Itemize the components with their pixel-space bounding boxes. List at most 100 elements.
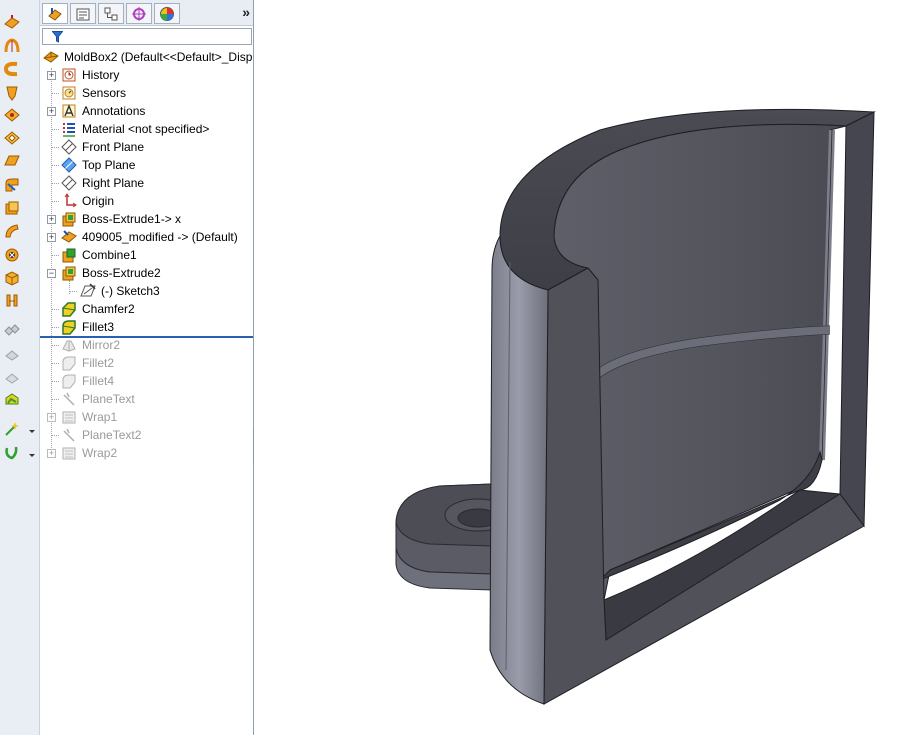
model-view[interactable] xyxy=(254,0,914,735)
tab-propertymanager[interactable] xyxy=(70,3,96,24)
featuremanager-tab-icon xyxy=(48,8,62,21)
instant3d-icon[interactable] xyxy=(3,420,21,438)
tab-display-manager[interactable] xyxy=(154,3,180,24)
tab-configurationmanager[interactable] xyxy=(98,3,124,24)
tab-featuremanager[interactable] xyxy=(42,3,68,24)
expand-toggle[interactable]: + xyxy=(47,413,56,422)
tree-item-label: Top Plane xyxy=(82,158,136,172)
tree-connector xyxy=(51,201,59,202)
tree-item-wrap1[interactable]: + Wrap1 xyxy=(40,408,253,426)
tree-item-wrap2[interactable]: + Wrap2 xyxy=(40,444,253,462)
tree-item-origin[interactable]: Origin xyxy=(40,192,253,210)
graphics-viewport[interactable] xyxy=(254,0,914,735)
expand-toggle[interactable]: + xyxy=(47,107,56,116)
tree-item-top-plane[interactable]: Top Plane xyxy=(40,156,253,174)
tree-item-label: Wrap1 xyxy=(82,410,118,424)
mirror-icon xyxy=(62,340,76,352)
shell-icon[interactable] xyxy=(3,199,21,217)
hole-wizard-icon[interactable] xyxy=(3,246,21,264)
more-tabs-button[interactable]: » xyxy=(242,4,250,20)
tree-connector xyxy=(51,255,59,256)
plane-feature-icon[interactable] xyxy=(3,152,21,170)
reference-geometry-icon[interactable] xyxy=(3,368,21,386)
expand-toggle[interactable]: + xyxy=(47,71,56,80)
draft-icon[interactable] xyxy=(3,269,21,287)
tree-item-fillet2[interactable]: Fillet2 xyxy=(40,354,253,372)
tree-item-derived-part[interactable]: + 409005_modified -> (Default) xyxy=(40,228,253,246)
tree-item-boss-extrude1[interactable]: + Boss-Extrude1-> x xyxy=(40,210,253,228)
tree-item-mirror2[interactable]: Mirror2 xyxy=(40,336,253,354)
tree-item-right-plane[interactable]: Right Plane xyxy=(40,174,253,192)
tree-item-planetext2[interactable]: PlaneText2 xyxy=(40,426,253,444)
tree-connector xyxy=(51,345,59,346)
dome-icon[interactable] xyxy=(3,291,21,309)
tree-item-sketch3[interactable]: (-) Sketch3 xyxy=(40,282,253,300)
swept-boss-icon[interactable] xyxy=(3,60,21,78)
tree-item-combine1[interactable]: Combine1 xyxy=(40,246,253,264)
tab-dimxpert[interactable] xyxy=(126,3,152,24)
tree-item-sensors[interactable]: Sensors xyxy=(40,84,253,102)
tree-item-label: Mirror2 xyxy=(82,338,120,352)
filter-icon xyxy=(52,31,63,43)
display-manager-tab-icon xyxy=(160,7,174,21)
tree-item-fillet4[interactable]: Fillet4 xyxy=(40,372,253,390)
tree-item-label: History xyxy=(82,68,120,82)
tree-item-boss-extrude2[interactable]: − Boss-Extrude2 xyxy=(40,264,253,282)
boss-extrude-icon xyxy=(62,266,76,281)
tree-item-annotations[interactable]: + Annotations xyxy=(40,102,253,120)
plane-icon xyxy=(61,175,77,191)
wrap-icon xyxy=(62,411,76,424)
feature-manager-panel: » MoldBox2 (Default<<Default>_Disp + His… xyxy=(40,0,254,735)
derived-part-icon xyxy=(61,230,77,243)
tree-connector xyxy=(51,183,59,184)
fillet-tool-icon[interactable] xyxy=(3,176,21,194)
tree-item-label: PlaneText xyxy=(82,392,135,406)
tree-item-label: PlaneText2 xyxy=(82,428,142,442)
material-icon xyxy=(63,123,75,137)
linear-pattern-icon[interactable] xyxy=(3,322,21,340)
tree-connector xyxy=(51,309,59,310)
tree-item-label: Right Plane xyxy=(82,176,145,190)
curves-icon[interactable] xyxy=(3,390,21,408)
tree-item-planetext[interactable]: PlaneText xyxy=(40,390,253,408)
tree-item-front-plane[interactable]: Front Plane xyxy=(40,138,253,156)
expand-toggle[interactable]: + xyxy=(47,233,56,242)
tree-connector xyxy=(51,435,59,436)
mirror-tool-icon[interactable] xyxy=(3,345,21,363)
revolved-boss-icon[interactable] xyxy=(3,37,21,55)
tree-root-part[interactable]: MoldBox2 (Default<<Default>_Disp xyxy=(40,48,253,66)
configurationmanager-tab-icon xyxy=(104,7,118,21)
tree-item-fillet3[interactable]: Fillet3 xyxy=(40,318,253,336)
chevron-down-icon[interactable] xyxy=(28,427,36,435)
plane-icon xyxy=(61,139,77,155)
filter-input[interactable] xyxy=(67,30,247,43)
propertymanager-tab-icon xyxy=(76,8,90,21)
tree-item-history[interactable]: + History xyxy=(40,66,253,84)
chevron-down-icon[interactable] xyxy=(28,451,36,459)
tree-item-label: Boss-Extrude1-> x xyxy=(82,212,182,226)
sketch-text-icon xyxy=(63,392,75,406)
lofted-boss-icon[interactable] xyxy=(3,84,21,102)
sketch-curve-icon[interactable] xyxy=(3,444,21,462)
combine-icon xyxy=(62,248,76,263)
expand-toggle[interactable]: + xyxy=(47,215,56,224)
tree-item-label: Fillet2 xyxy=(82,356,115,370)
tree-connector xyxy=(51,327,59,328)
tree-item-material[interactable]: Material <not specified> xyxy=(40,120,253,138)
boundary-boss-icon[interactable] xyxy=(3,106,21,124)
tree-connector xyxy=(51,129,59,130)
boss-extrude-icon xyxy=(62,212,76,227)
tree-item-chamfer2[interactable]: Chamfer2 xyxy=(40,300,253,318)
feature-manager-tabs: » xyxy=(40,0,253,26)
tree-connector xyxy=(51,399,59,400)
tree-item-label: Sensors xyxy=(82,86,127,100)
extruded-boss-icon[interactable] xyxy=(3,13,21,31)
feature-filter[interactable] xyxy=(42,28,252,45)
rib-icon[interactable] xyxy=(3,222,21,240)
tree-connector xyxy=(51,165,59,166)
rollback-bar[interactable] xyxy=(40,336,253,338)
fillet-icon xyxy=(62,374,76,389)
collapse-toggle[interactable]: − xyxy=(47,269,56,278)
extruded-cut-icon[interactable] xyxy=(3,129,21,147)
expand-toggle[interactable]: + xyxy=(47,449,56,458)
